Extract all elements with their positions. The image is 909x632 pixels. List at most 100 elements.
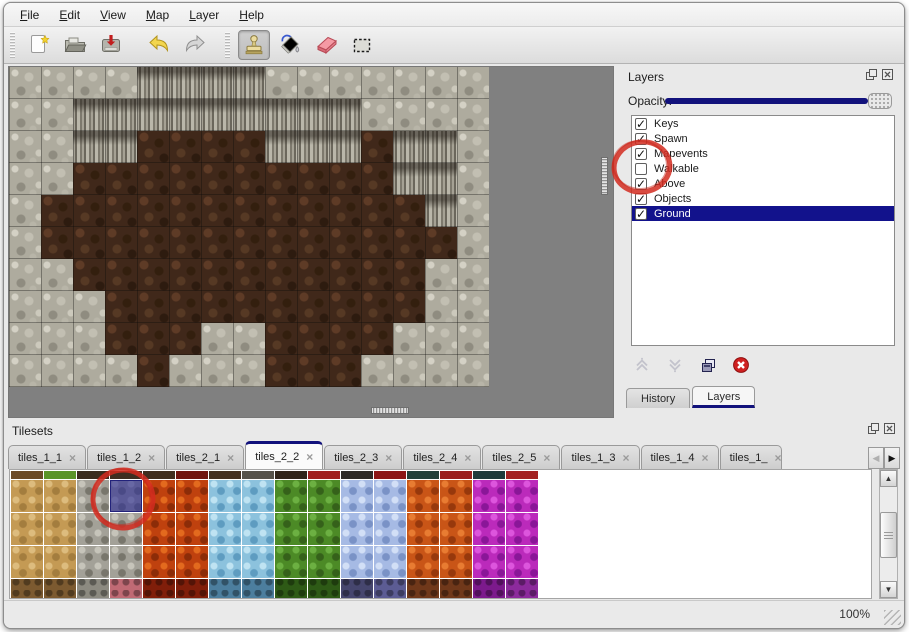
map-tile-stone[interactable] bbox=[9, 99, 41, 131]
map-tile-stone[interactable] bbox=[457, 291, 489, 323]
map-tile-dirt[interactable] bbox=[169, 163, 201, 195]
palette-tile[interactable] bbox=[506, 513, 538, 545]
map-tile-stone[interactable] bbox=[41, 291, 73, 323]
map-tile-dirt[interactable] bbox=[265, 259, 297, 291]
layer-row-objects[interactable]: ✓Objects bbox=[632, 191, 894, 206]
palette-tile[interactable] bbox=[440, 579, 472, 599]
map-tile-stone[interactable] bbox=[265, 67, 297, 99]
map-tile-stone[interactable] bbox=[457, 131, 489, 163]
map-tile-dirt[interactable] bbox=[393, 291, 425, 323]
palette-tile[interactable] bbox=[374, 480, 406, 512]
palette-tile[interactable] bbox=[308, 579, 340, 599]
map-tile-stone[interactable] bbox=[361, 355, 393, 387]
map-tile-cliff[interactable] bbox=[425, 163, 457, 195]
map-tile-cliff[interactable] bbox=[201, 67, 233, 99]
dock-tab-layers[interactable]: Layers bbox=[692, 386, 755, 408]
tileset-tab-tiles_1_4[interactable]: tiles_1_4× bbox=[641, 445, 719, 469]
palette-tile[interactable] bbox=[407, 579, 439, 599]
tileset-tab-tiles_1_2[interactable]: tiles_1_2× bbox=[87, 445, 165, 469]
map-tile-dirt[interactable] bbox=[105, 323, 137, 355]
palette-tile[interactable] bbox=[308, 513, 340, 545]
map-tile-stone[interactable] bbox=[41, 355, 73, 387]
map-tile-dirt[interactable] bbox=[297, 163, 329, 195]
tab-close-icon[interactable]: × bbox=[543, 453, 550, 463]
map-tile-stone[interactable] bbox=[233, 323, 265, 355]
map-tile-dirt[interactable] bbox=[393, 227, 425, 259]
map-tile-dirt[interactable] bbox=[201, 259, 233, 291]
map-tile-stone[interactable] bbox=[393, 67, 425, 99]
map-tile-dirt[interactable] bbox=[329, 227, 361, 259]
open-folder-button[interactable] bbox=[59, 30, 91, 60]
map-tile-stone[interactable] bbox=[41, 259, 73, 291]
palette-tile[interactable] bbox=[374, 579, 406, 599]
map-tile-dirt[interactable] bbox=[297, 227, 329, 259]
palette-tile[interactable] bbox=[308, 471, 340, 479]
map-tile-dirt[interactable] bbox=[265, 227, 297, 259]
map-tile-dirt[interactable] bbox=[137, 323, 169, 355]
menu-layer[interactable]: Layer bbox=[179, 5, 229, 25]
move-up-button[interactable] bbox=[632, 356, 652, 376]
palette-tile[interactable] bbox=[11, 471, 43, 479]
map-tile-dirt[interactable] bbox=[265, 355, 297, 387]
palette-tile[interactable] bbox=[143, 513, 175, 545]
layer-checkbox-above[interactable]: ✓ bbox=[635, 178, 647, 190]
new-file-button[interactable] bbox=[23, 30, 55, 60]
layer-row-walkable[interactable]: Walkable bbox=[632, 161, 894, 176]
map-tile-dirt[interactable] bbox=[169, 227, 201, 259]
map-tile-dirt[interactable] bbox=[329, 291, 361, 323]
palette-tile[interactable] bbox=[473, 546, 505, 578]
palette-tile[interactable] bbox=[209, 471, 241, 479]
palette-tile[interactable] bbox=[374, 546, 406, 578]
palette-tile[interactable] bbox=[341, 546, 373, 578]
palette-tile[interactable] bbox=[440, 513, 472, 545]
map-tile-stone[interactable] bbox=[9, 163, 41, 195]
palette-scrollbar[interactable]: ▲ ▼ bbox=[879, 469, 898, 599]
tileset-tab-tiles_1_1[interactable]: tiles_1_1× bbox=[8, 445, 86, 469]
map-tile-dirt[interactable] bbox=[361, 131, 393, 163]
map-tile-stone[interactable] bbox=[41, 323, 73, 355]
palette-tile[interactable] bbox=[209, 513, 241, 545]
map-tile-stone[interactable] bbox=[393, 323, 425, 355]
map-tile-stone[interactable] bbox=[361, 67, 393, 99]
palette-tile[interactable] bbox=[209, 546, 241, 578]
map-tile-dirt[interactable] bbox=[297, 291, 329, 323]
map-tile-stone[interactable] bbox=[41, 99, 73, 131]
map-horizontal-scrollbar[interactable] bbox=[371, 407, 409, 414]
menu-file[interactable]: File bbox=[10, 5, 49, 25]
palette-tile[interactable] bbox=[473, 579, 505, 599]
map-tile-dirt[interactable] bbox=[169, 291, 201, 323]
map-tile-dirt[interactable] bbox=[297, 323, 329, 355]
map-tile-stone[interactable] bbox=[457, 227, 489, 259]
tab-close-icon[interactable]: × bbox=[464, 453, 471, 463]
map-tile-stone[interactable] bbox=[425, 99, 457, 131]
map-tile-dirt[interactable] bbox=[233, 131, 265, 163]
map-tile-dirt[interactable] bbox=[329, 355, 361, 387]
palette-tile[interactable] bbox=[143, 546, 175, 578]
map-tile-dirt[interactable] bbox=[41, 195, 73, 227]
palette-tile[interactable] bbox=[506, 471, 538, 479]
tileset-palette[interactable] bbox=[9, 469, 872, 599]
map-tile-cliff[interactable] bbox=[297, 99, 329, 131]
layer-checkbox-spawn[interactable]: ✓ bbox=[635, 133, 647, 145]
menu-help[interactable]: Help bbox=[229, 5, 274, 25]
map-tile-dirt[interactable] bbox=[137, 163, 169, 195]
float-panel-icon[interactable] bbox=[865, 68, 878, 81]
palette-tile[interactable] bbox=[407, 471, 439, 479]
map-tile-dirt[interactable] bbox=[201, 131, 233, 163]
map-tile-cliff[interactable] bbox=[297, 131, 329, 163]
map-tile-cliff[interactable] bbox=[169, 67, 201, 99]
palette-tile[interactable] bbox=[209, 480, 241, 512]
rect-select-tool-button[interactable] bbox=[346, 30, 378, 60]
map-tile-dirt[interactable] bbox=[105, 227, 137, 259]
map-tile-stone[interactable] bbox=[41, 163, 73, 195]
opacity-slider-handle[interactable] bbox=[868, 93, 892, 109]
palette-tile[interactable] bbox=[176, 480, 208, 512]
map-tile-dirt[interactable] bbox=[265, 163, 297, 195]
tab-close-icon[interactable]: × bbox=[69, 453, 76, 463]
palette-tile[interactable] bbox=[242, 471, 274, 479]
fill-tool-button[interactable] bbox=[274, 30, 306, 60]
menu-view[interactable]: View bbox=[90, 5, 136, 25]
map-tile-stone[interactable] bbox=[201, 355, 233, 387]
palette-tile[interactable] bbox=[110, 579, 142, 599]
map-tile-stone[interactable] bbox=[457, 259, 489, 291]
